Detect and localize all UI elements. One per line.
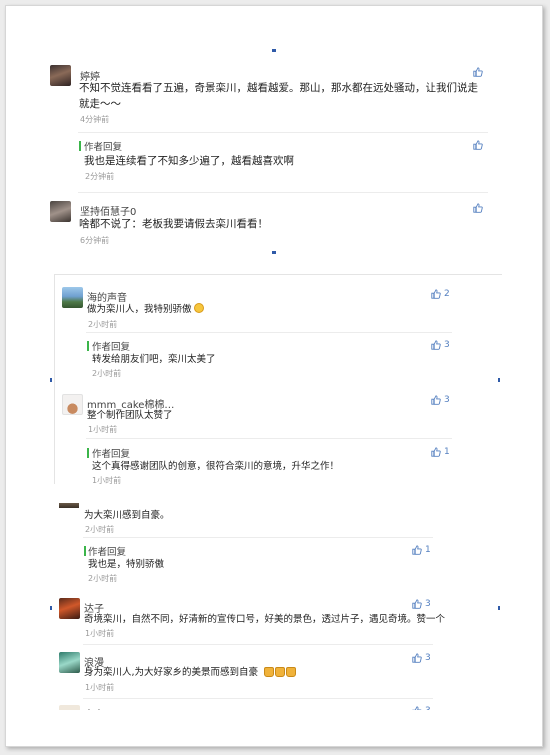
like-button[interactable]: 3: [412, 706, 431, 710]
comment-item: 中中 3: [6, 6, 542, 710]
comment-page: 婷婷 不知不觉连看看了五遍，奇景栾川，越看越爱。那山，那水都在远处骚动，让我们说…: [5, 5, 543, 747]
avatar[interactable]: [59, 705, 80, 710]
like-count: 3: [425, 706, 431, 710]
thumbs-up-icon: [412, 706, 422, 710]
comment-username[interactable]: 中中: [84, 706, 104, 710]
